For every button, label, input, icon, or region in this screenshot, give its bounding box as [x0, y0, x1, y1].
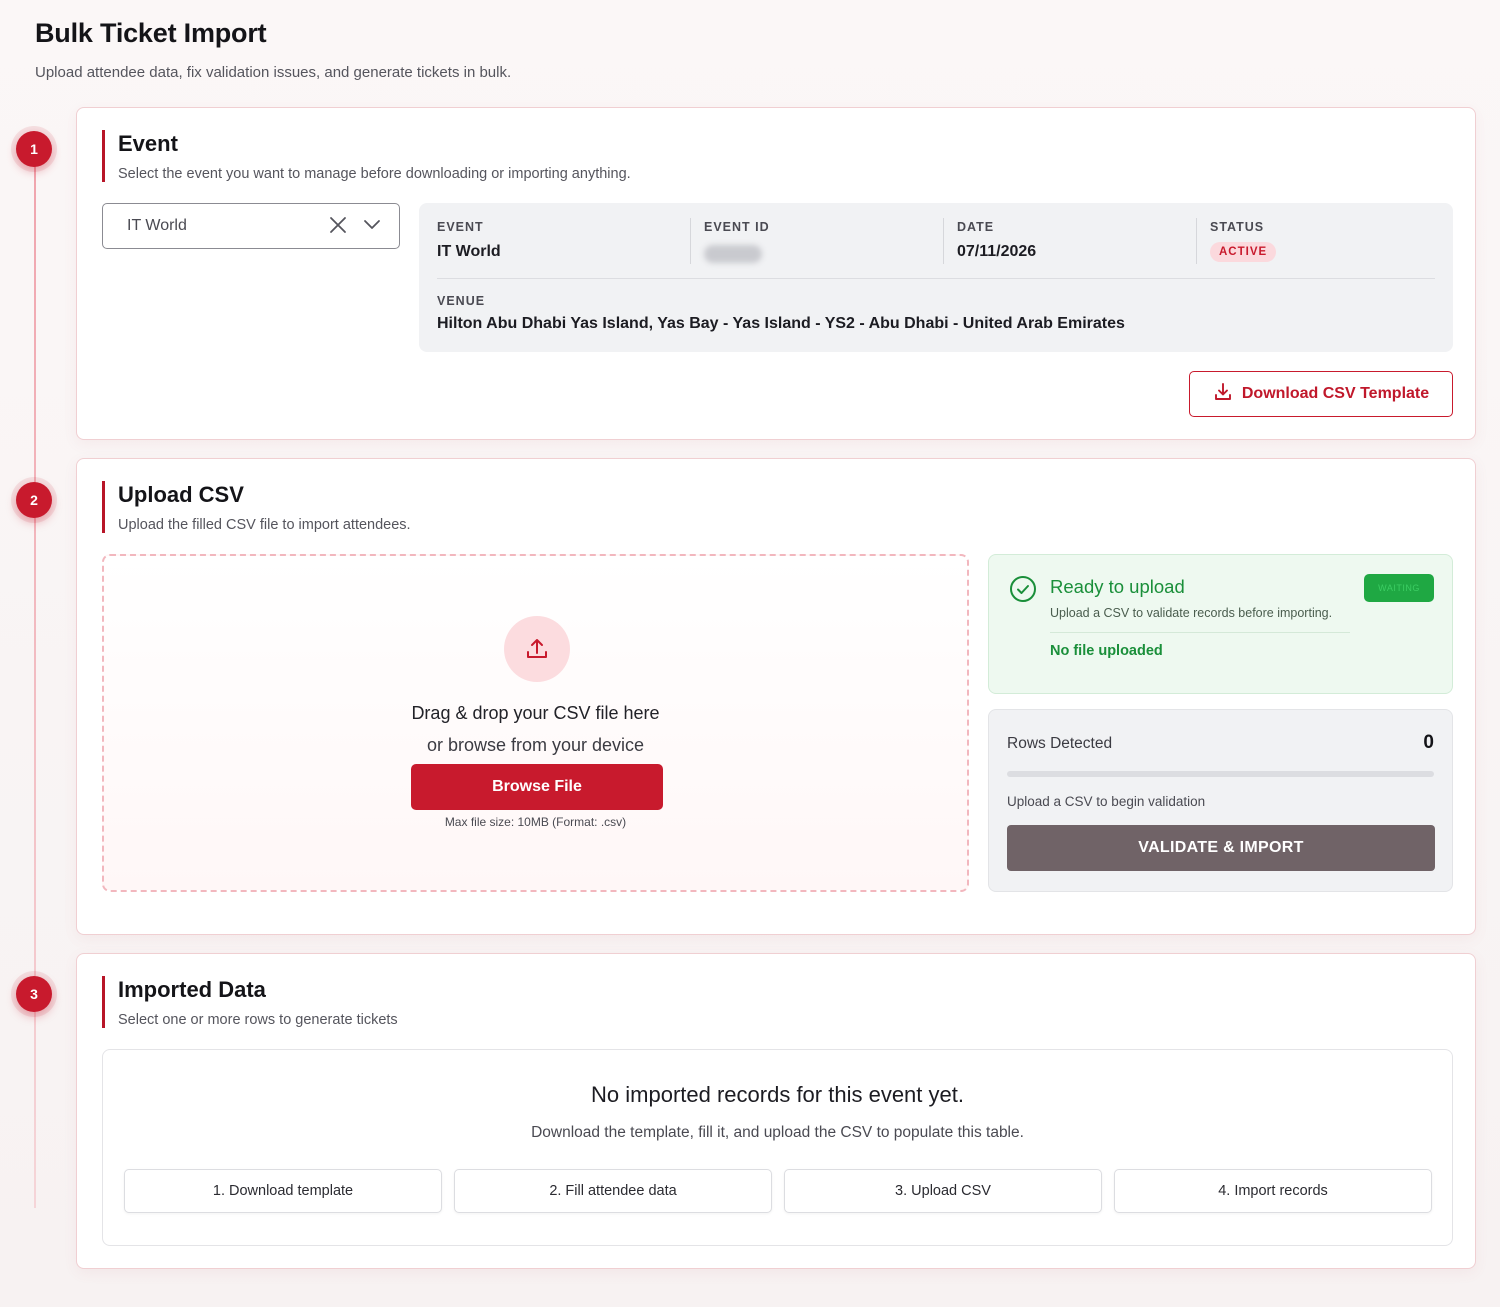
timeline-line: [34, 150, 36, 1208]
validation-hint: Upload a CSV to begin validation: [1007, 794, 1206, 809]
file-size-hint: Max file size: 10MB (Format: .csv): [444, 815, 627, 829]
imported-section-description: Select one or more rows to generate tick…: [118, 1012, 398, 1028]
step-chip-import-records: 4. Import records: [1114, 1169, 1432, 1213]
venue-label: VENUE: [437, 294, 486, 308]
empty-state-title: No imported records for this event yet.: [591, 1082, 964, 1107]
rows-detected-panel: Rows Detected 0 Upload a CSV to begin va…: [988, 709, 1453, 892]
event-section-description: Select the event you want to manage befo…: [118, 166, 631, 182]
waiting-badge: WAITING: [1364, 574, 1434, 602]
event-info-panel: EVENT IT World EVENT ID DATE 07/11/2026 …: [419, 203, 1453, 352]
event-info-event: EVENT IT World: [437, 220, 501, 261]
imported-section-title: Imported Data: [118, 977, 266, 1002]
download-icon: [1213, 382, 1233, 407]
empty-state-description: Download the template, fill it, and uplo…: [531, 1124, 1024, 1141]
upload-section-description: Upload the filled CSV file to import att…: [118, 517, 411, 533]
step-indicator-1: 1: [16, 131, 52, 167]
status-badge: ACTIVE: [1210, 242, 1277, 262]
event-info-id: EVENT ID: [704, 220, 770, 263]
upload-section-header: Upload CSV Upload the filled CSV file to…: [102, 481, 411, 533]
file-status: No file uploaded: [1050, 643, 1163, 659]
empty-state-panel: No imported records for this event yet. …: [102, 1049, 1453, 1246]
clear-icon[interactable]: [329, 216, 347, 239]
page-subtitle: Upload attendee data, fix validation iss…: [35, 64, 512, 81]
upload-icon: [504, 616, 570, 682]
date-value: 07/11/2026: [957, 243, 1037, 260]
venue-value: Hilton Abu Dhabi Yas Island, Yas Bay - Y…: [437, 315, 1125, 332]
upload-status-panel: Ready to upload Upload a CSV to validate…: [988, 554, 1453, 694]
info-divider: [437, 278, 1435, 279]
imported-data-card: Imported Data Select one or more rows to…: [76, 953, 1476, 1269]
info-separator: [690, 218, 691, 264]
event-select-value: IT World: [127, 217, 187, 234]
event-select[interactable]: IT World: [102, 203, 400, 249]
upload-card: Upload CSV Upload the filled CSV file to…: [76, 458, 1476, 935]
event-id-redacted: [704, 245, 762, 263]
status-label: STATUS: [1210, 220, 1265, 234]
step-indicator-3: 3: [16, 976, 52, 1012]
step-chip-download-template: 1. Download template: [124, 1169, 442, 1213]
event-section-title: Event: [118, 131, 178, 156]
info-separator: [943, 218, 944, 264]
step-indicator-2: 2: [16, 482, 52, 518]
ready-description: Upload a CSV to validate records before …: [1050, 606, 1333, 620]
event-value: IT World: [437, 243, 501, 260]
upload-section-title: Upload CSV: [118, 482, 244, 507]
ready-title: Ready to upload: [1050, 576, 1185, 597]
event-info-status: STATUS ACTIVE: [1210, 220, 1277, 262]
chevron-down-icon[interactable]: [363, 218, 381, 237]
imported-section-header: Imported Data Select one or more rows to…: [102, 976, 398, 1028]
csv-dropzone[interactable]: Drag & drop your CSV file here or browse…: [102, 554, 969, 892]
dropzone-title: Drag & drop your CSV file here: [411, 703, 660, 723]
step-chip-fill-data: 2. Fill attendee data: [454, 1169, 772, 1213]
event-id-label: EVENT ID: [704, 220, 770, 234]
download-csv-template-label: Download CSV Template: [1241, 385, 1430, 402]
validate-import-button[interactable]: VALIDATE & IMPORT: [1007, 825, 1435, 871]
event-label: EVENT: [437, 220, 484, 234]
validation-progress-bar: [1007, 771, 1434, 777]
info-separator: [1196, 218, 1197, 264]
step-chip-upload-csv: 3. Upload CSV: [784, 1169, 1102, 1213]
event-info-venue: VENUE Hilton Abu Dhabi Yas Island, Yas B…: [437, 294, 1125, 333]
event-card: Event Select the event you want to manag…: [76, 107, 1476, 440]
date-label: DATE: [957, 220, 995, 234]
rows-detected-count: 0: [1423, 732, 1434, 753]
event-section-header: Event Select the event you want to manag…: [102, 130, 631, 182]
rows-detected-label: Rows Detected: [1007, 735, 1113, 752]
check-circle-icon: [1009, 575, 1037, 608]
event-info-date: DATE 07/11/2026: [957, 220, 1036, 261]
page-title: Bulk Ticket Import: [35, 18, 267, 48]
browse-file-button[interactable]: Browse File: [411, 764, 663, 810]
ready-divider: [1050, 632, 1350, 633]
dropzone-subtitle: or browse from your device: [426, 735, 645, 755]
download-csv-template-button[interactable]: Download CSV Template: [1189, 371, 1453, 417]
